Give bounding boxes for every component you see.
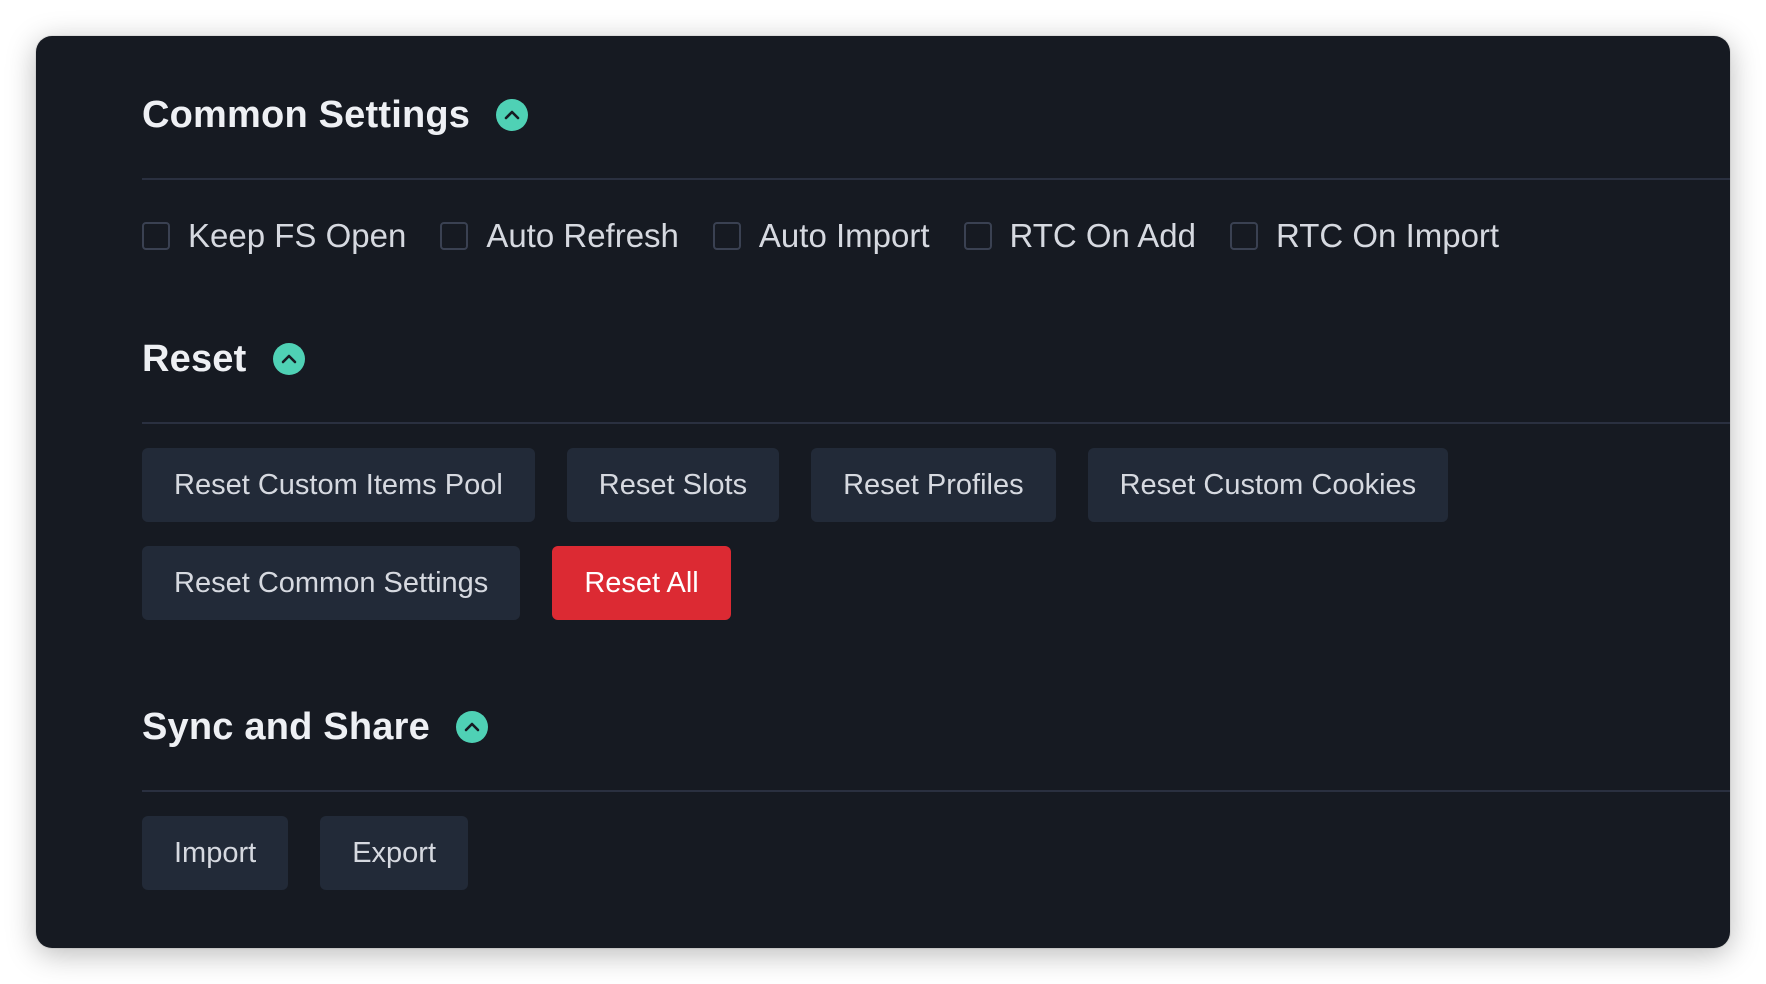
checkbox-box[interactable] [963,222,992,250]
common-settings-checkboxes: Keep FS Open Auto Refresh Auto Import RT… [142,186,1730,286]
chevron-up-icon[interactable] [272,343,305,375]
checkbox-box[interactable] [142,222,170,250]
checkbox-rtc-on-import[interactable]: RTC On Import [1229,217,1500,255]
reset-all-button[interactable]: Reset All [552,546,731,620]
sync-share-title: Sync and Share [142,705,430,748]
reset-buttons-row-2: Reset Common Settings Reset All [142,546,1730,620]
checkbox-label: Auto Import [758,217,930,254]
sync-share-buttons: Import Export [142,816,1730,890]
section-divider [142,790,1730,792]
reset-custom-cookies-button[interactable]: Reset Custom Cookies [1087,448,1449,522]
checkbox-box[interactable] [1229,222,1258,250]
chevron-up-icon[interactable] [496,99,529,131]
reset-slots-button[interactable]: Reset Slots [566,448,780,522]
sync-share-header: Sync and Share [142,702,1730,752]
section-divider [142,422,1730,424]
settings-panel: Common Settings Keep FS Open Auto Refres… [36,36,1730,948]
reset-buttons-row-1: Reset Custom Items Pool Reset Slots Rese… [142,448,1730,522]
checkbox-rtc-on-add[interactable]: RTC On Add [963,217,1196,255]
reset-title: Reset [142,337,247,380]
checkbox-label: Auto Refresh [486,217,679,254]
checkbox-keep-fs-open[interactable]: Keep FS Open [142,217,406,255]
import-button[interactable]: Import [142,816,289,890]
checkbox-label: RTC On Add [1009,217,1196,254]
reset-custom-items-pool-button[interactable]: Reset Custom Items Pool [142,448,535,522]
checkbox-auto-refresh[interactable]: Auto Refresh [440,217,679,255]
checkbox-box[interactable] [712,222,741,250]
section-divider [142,178,1730,180]
checkbox-auto-import[interactable]: Auto Import [712,217,930,255]
checkbox-box[interactable] [440,222,469,250]
chevron-up-icon[interactable] [455,711,488,743]
reset-section: Reset Reset Custom Items Pool Reset Slot… [142,334,1730,620]
checkbox-label: Keep FS Open [188,217,407,254]
common-settings-header: Common Settings [142,90,1730,140]
reset-header: Reset [142,334,1730,384]
export-button[interactable]: Export [320,816,469,890]
sync-share-section: Sync and Share Import Export [142,702,1730,890]
checkbox-label: RTC On Import [1275,217,1500,254]
common-settings-section: Common Settings Keep FS Open Auto Refres… [142,90,1730,286]
reset-profiles-button[interactable]: Reset Profiles [811,448,1056,522]
common-settings-title: Common Settings [142,93,471,136]
reset-common-settings-button[interactable]: Reset Common Settings [142,546,521,620]
